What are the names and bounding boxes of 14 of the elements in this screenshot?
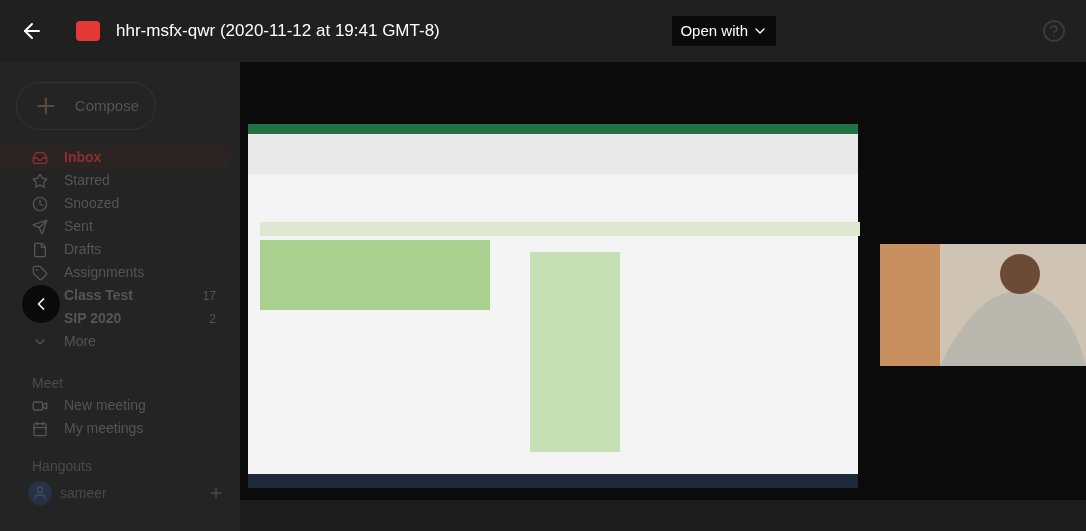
calendar-icon [32, 420, 48, 437]
clock-icon [32, 195, 48, 212]
add-icon[interactable] [208, 485, 224, 501]
open-with-button[interactable]: Open with [672, 16, 776, 46]
help-icon[interactable] [1042, 19, 1066, 43]
sidebar-item[interactable]: Inbox [0, 146, 232, 169]
inbox-icon [32, 149, 48, 166]
label-icon [32, 264, 48, 281]
avatar [28, 481, 52, 505]
send-icon [32, 218, 48, 235]
file-title: hhr-msfx-qwr (2020-11-12 at 19:41 GMT-8) [116, 20, 440, 43]
file-icon [32, 241, 48, 258]
star-icon [32, 172, 48, 189]
video-file-icon [76, 21, 100, 41]
